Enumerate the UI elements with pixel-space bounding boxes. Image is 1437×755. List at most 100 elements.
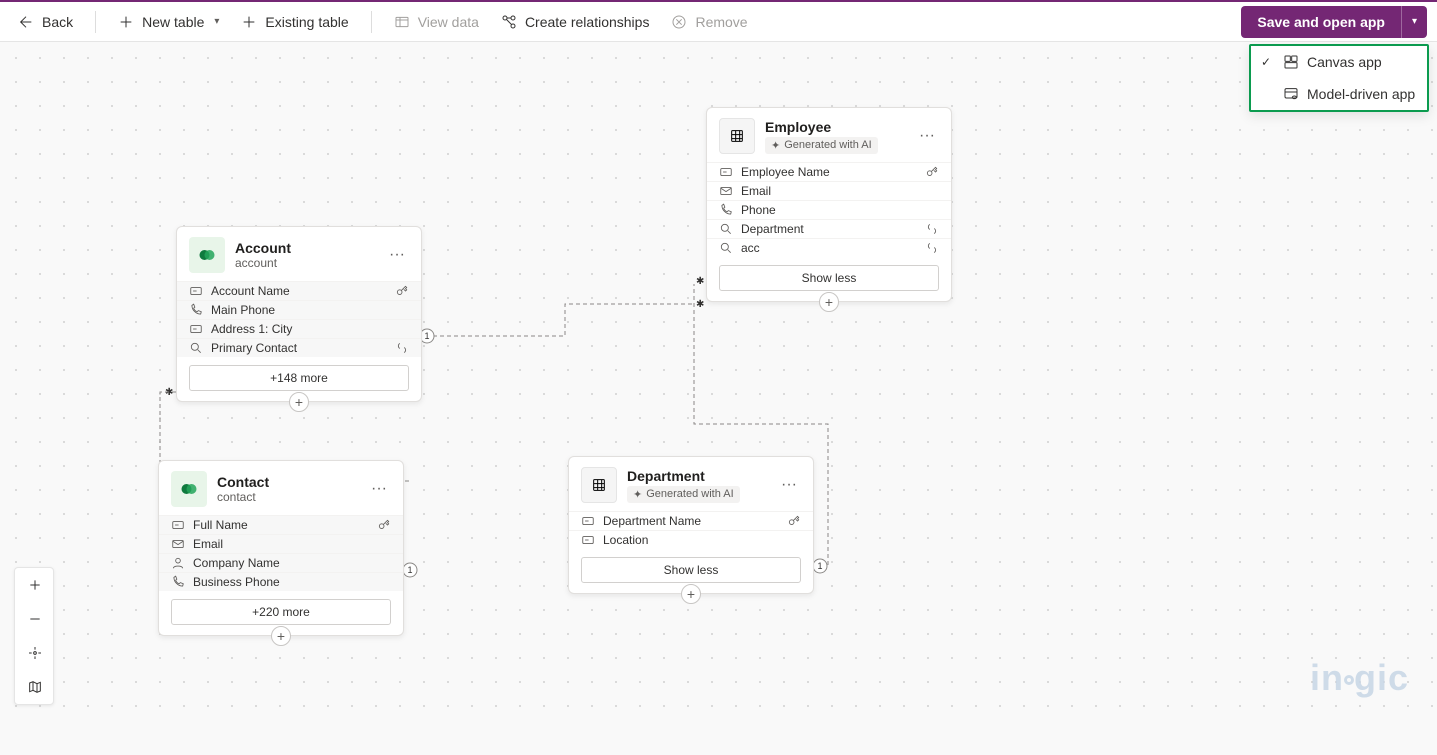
existing-table-label: Existing table <box>265 14 348 30</box>
table-card-department[interactable]: Department ✦ Generated with AI ··· Depar… <box>568 456 814 594</box>
svg-text:1: 1 <box>407 565 412 575</box>
canvas-app-icon <box>1283 54 1299 70</box>
table-card-employee[interactable]: Employee ✦ Generated with AI ··· Employe… <box>706 107 952 302</box>
key-icon <box>787 514 801 528</box>
save-and-open-split-button[interactable]: Save and open app ▾ <box>1241 6 1427 38</box>
card-menu-button[interactable]: ··· <box>385 244 409 266</box>
table-card-account[interactable]: Account account ··· Account Name Main Ph… <box>176 226 422 402</box>
add-column-button[interactable]: + <box>271 626 291 646</box>
model-driven-icon <box>1283 86 1299 102</box>
back-button[interactable]: Back <box>10 10 81 34</box>
chevron-down-icon: ▾ <box>1412 16 1417 27</box>
phone-icon <box>171 575 185 589</box>
card-subtitle: contact <box>217 490 269 504</box>
model-driven-app-option[interactable]: Model-driven app <box>1251 78 1427 110</box>
relationships-icon <box>501 14 517 30</box>
create-relationships-button[interactable]: Create relationships <box>493 10 658 34</box>
table-row[interactable]: Full Name <box>159 515 403 534</box>
table-row[interactable]: Email <box>707 181 951 200</box>
table-row[interactable]: Account Name <box>177 281 421 300</box>
ai-badge: ✦ Generated with AI <box>627 486 740 503</box>
remove-icon <box>671 14 687 30</box>
svg-text:1: 1 <box>817 561 822 571</box>
key-icon <box>377 518 391 532</box>
zoom-in-button[interactable] <box>15 568 55 602</box>
add-column-button[interactable]: + <box>819 292 839 312</box>
remove-button: Remove <box>663 10 755 34</box>
card-menu-button[interactable]: ··· <box>915 125 939 147</box>
card-title: Employee <box>765 119 878 135</box>
table-row[interactable]: Email <box>159 534 403 553</box>
table-row[interactable]: Address 1: City <box>177 319 421 338</box>
text-field-icon <box>581 533 595 547</box>
check-icon: ✓ <box>1261 55 1275 69</box>
table-icon <box>394 14 410 30</box>
svg-text:✱: ✱ <box>165 387 173 398</box>
table-row[interactable]: Business Phone <box>159 572 403 591</box>
key-icon <box>395 284 409 298</box>
table-row[interactable]: Employee Name <box>707 162 951 181</box>
text-field-icon <box>189 284 203 298</box>
card-title: Department <box>627 468 740 484</box>
save-button[interactable]: Save and open app <box>1241 6 1401 38</box>
table-row[interactable]: Phone <box>707 200 951 219</box>
dataverse-icon <box>171 471 207 507</box>
canvas-app-label: Canvas app <box>1307 54 1382 70</box>
card-menu-button[interactable]: ··· <box>367 478 391 500</box>
show-less-button[interactable]: Show less <box>581 557 801 583</box>
model-driven-label: Model-driven app <box>1307 86 1415 102</box>
new-table-button[interactable]: New table ▾ <box>110 10 227 34</box>
show-more-button[interactable]: +220 more <box>171 599 391 625</box>
table-row[interactable]: Company Name <box>159 553 403 572</box>
card-menu-button[interactable]: ··· <box>777 474 801 496</box>
table-row[interactable]: Department <box>707 219 951 238</box>
remove-label: Remove <box>695 14 747 30</box>
ai-badge: ✦ Generated with AI <box>765 137 878 154</box>
show-more-button[interactable]: +148 more <box>189 365 409 391</box>
card-subtitle: account <box>235 256 291 270</box>
table-grid-icon <box>719 118 755 154</box>
text-field-icon <box>171 518 185 532</box>
phone-icon <box>189 303 203 317</box>
table-row[interactable]: Main Phone <box>177 300 421 319</box>
person-icon <box>171 556 185 570</box>
dataverse-icon <box>189 237 225 273</box>
erd-canvas[interactable]: ✱ ✱ 1 ✱ 1 1 Account account ··· Account … <box>0 42 1437 713</box>
table-grid-icon <box>581 467 617 503</box>
table-row[interactable]: Primary Contact <box>177 338 421 357</box>
table-row[interactable]: Department Name <box>569 511 813 530</box>
lookup-link-icon <box>925 222 939 236</box>
view-data-button: View data <box>386 10 487 34</box>
canvas-app-option[interactable]: ✓ Canvas app <box>1251 46 1427 78</box>
add-column-button[interactable]: + <box>289 392 309 412</box>
svg-text:✱: ✱ <box>696 299 704 310</box>
svg-text:✱: ✱ <box>696 276 704 287</box>
text-field-icon <box>189 322 203 336</box>
table-row[interactable]: Location <box>569 530 813 549</box>
lookup-link-icon <box>925 241 939 255</box>
chevron-down-icon: ▾ <box>214 16 219 27</box>
plus-icon <box>118 14 134 30</box>
fit-view-button[interactable] <box>15 636 55 670</box>
add-column-button[interactable]: + <box>681 584 701 604</box>
save-app-dropdown: ✓ Canvas app Model-driven app <box>1249 44 1429 112</box>
show-less-button[interactable]: Show less <box>719 265 939 291</box>
svg-text:1: 1 <box>424 331 429 341</box>
minimap-button[interactable] <box>15 670 55 704</box>
card-title: Contact <box>217 474 269 490</box>
sparkle-icon: ✦ <box>771 139 780 152</box>
mail-icon <box>719 184 733 198</box>
back-label: Back <box>42 14 73 30</box>
lookup-icon <box>719 241 733 255</box>
new-table-label: New table <box>142 14 204 30</box>
table-row[interactable]: acc <box>707 238 951 257</box>
zoom-out-button[interactable] <box>15 602 55 636</box>
existing-table-button[interactable]: Existing table <box>233 10 356 34</box>
save-split-arrow[interactable]: ▾ <box>1401 6 1427 38</box>
key-icon <box>925 165 939 179</box>
lookup-icon <box>719 222 733 236</box>
arrow-left-icon <box>18 14 34 30</box>
lookup-icon <box>189 341 203 355</box>
table-card-contact[interactable]: Contact contact ··· Full Name Email Comp… <box>158 460 404 636</box>
view-data-label: View data <box>418 14 479 30</box>
